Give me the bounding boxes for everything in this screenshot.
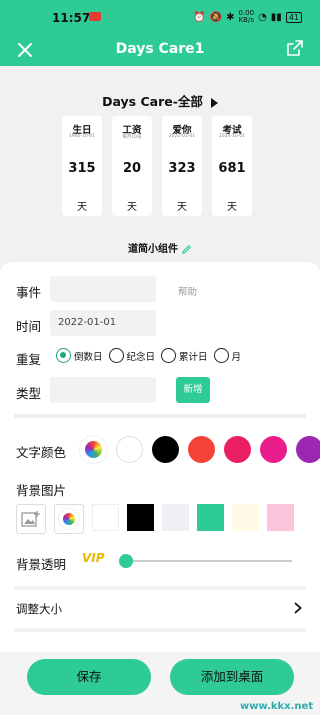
time-input[interactable]: 2022-01-01 (50, 310, 156, 336)
card-date: 1940-10-01 (68, 134, 96, 139)
settings-panel: 事件 帮助 时间 2022-01-01 重复 倒数日 纪念日 累计日 月 类型 … (0, 262, 320, 652)
add-image-icon[interactable] (16, 504, 46, 534)
widget-name: 道简小组件 (128, 244, 178, 255)
widget-name-row[interactable]: 道简小组件 (0, 240, 320, 255)
widget-title-row[interactable]: Days Care-全部 (0, 91, 320, 110)
signal-icon: ▮▮ (270, 11, 282, 23)
bg-opacity-label: 背景透明 (16, 557, 67, 572)
day-card: 生日 1940-10-01 315 天 (62, 116, 102, 216)
resize-row[interactable]: 调整大小 (0, 592, 320, 624)
repeat-radio-group: 倒数日 纪念日 累计日 月 (56, 348, 247, 363)
app-header: Days Care1 (0, 38, 320, 66)
radio-label: 倒数日 (74, 351, 103, 363)
card-unit: 天 (177, 202, 187, 213)
vip-badge: VIP (82, 551, 105, 565)
card-days: 20 (122, 161, 142, 176)
bg-swatch-green[interactable] (197, 504, 224, 531)
card-days: 315 (68, 161, 96, 176)
radio-month[interactable]: 月 (213, 348, 242, 363)
net-speed: 0.00 KB/s (238, 10, 254, 24)
card-date: 2022-01-01 (168, 134, 196, 139)
color-swatch-pink[interactable] (224, 436, 251, 463)
mute-icon: 🔕 (209, 11, 223, 23)
day-card: 考试 2024-10-01 681 天 (212, 116, 252, 216)
notification-app-icon (89, 12, 101, 21)
add-type-button[interactable]: 新增 (176, 377, 210, 403)
card-unit: 天 (227, 202, 237, 213)
day-card: 爱你 2022-01-01 323 天 (162, 116, 202, 216)
radio-label: 纪念日 (126, 351, 156, 363)
color-swatch-purple[interactable] (296, 436, 320, 463)
wifi-icon: ◔ (258, 11, 267, 23)
radio-circle-checked (56, 348, 71, 363)
type-label: 类型 (16, 386, 42, 401)
opacity-slider-thumb[interactable] (119, 554, 133, 568)
card-unit: 天 (77, 202, 87, 213)
net-speed-unit: KB/s (238, 16, 254, 24)
page-title: Days Care1 (115, 41, 205, 57)
color-picker-icon[interactable] (80, 436, 107, 463)
color-swatch-black[interactable] (152, 436, 179, 463)
radio-circle (161, 348, 177, 363)
chevron-right-icon (294, 602, 302, 614)
radio-circle (213, 348, 229, 363)
repeat-label: 重复 (16, 352, 42, 367)
color-swatch-white[interactable] (116, 436, 143, 463)
bluetooth-icon: ✱ (226, 11, 235, 23)
radio-label: 累计日 (179, 351, 208, 363)
pencil-icon[interactable] (181, 244, 192, 255)
watermark: www.kkx.net (240, 701, 314, 712)
battery-indicator: 41 (285, 11, 302, 23)
radio-cumulative[interactable]: 累计日 (161, 348, 208, 363)
bg-swatch-white[interactable] (92, 504, 119, 531)
radio-anniversary[interactable]: 纪念日 (108, 348, 156, 363)
bottom-action-bar: 保存 添加到桌面 www.kkx.net (0, 652, 320, 715)
type-input[interactable] (50, 377, 156, 403)
card-days: 323 (168, 161, 196, 176)
divider (14, 628, 306, 632)
radio-countdown[interactable]: 倒数日 (56, 348, 103, 363)
bg-swatch-pink[interactable] (267, 504, 294, 531)
card-days: 681 (218, 161, 246, 176)
color-swatch-magenta[interactable] (260, 436, 287, 463)
card-date: 2024-10-01 (218, 134, 246, 139)
bg-swatch-cream[interactable] (232, 504, 259, 531)
event-label: 事件 (16, 285, 42, 300)
widget-preview: Days Care-全部 生日 1940-10-01 315 天 工资 每月10… (0, 66, 320, 262)
card-unit: 天 (127, 202, 137, 213)
radio-label: 月 (231, 351, 242, 363)
text-color-label: 文字颜色 (16, 445, 67, 460)
status-time: 11:57 (52, 11, 91, 25)
color-wheel-icon[interactable] (54, 504, 84, 534)
radio-circle (108, 348, 124, 363)
divider (14, 414, 306, 418)
status-icons: ⏰ 🔕 ✱ 0.00 KB/s ◔ ▮▮ 41 (193, 10, 302, 24)
day-cards: 生日 1940-10-01 315 天 工资 每月10号 20 天 爱你 202… (62, 116, 252, 216)
open-external-icon[interactable] (286, 39, 304, 57)
bg-swatch-black[interactable] (127, 504, 154, 531)
opacity-slider-track[interactable] (125, 560, 292, 562)
add-to-home-button[interactable]: 添加到桌面 (170, 659, 294, 695)
text-color-palette (80, 436, 320, 463)
divider (14, 586, 306, 590)
bg-palette (16, 504, 294, 534)
resize-label: 调整大小 (16, 602, 62, 616)
alarm-icon: ⏰ (193, 11, 206, 23)
status-bar: 11:57 ⏰ 🔕 ✱ 0.00 KB/s ◔ ▮▮ 41 (0, 0, 320, 38)
bg-swatch-gray[interactable] (162, 504, 189, 531)
save-button[interactable]: 保存 (27, 659, 151, 695)
day-card: 工资 每月10号 20 天 (112, 116, 152, 216)
help-link[interactable]: 帮助 (178, 284, 197, 298)
play-arrow-icon (210, 97, 218, 108)
widget-title: Days Care-全部 (102, 94, 203, 109)
time-label: 时间 (16, 319, 42, 334)
bg-image-label: 背景图片 (16, 483, 67, 498)
event-input[interactable] (50, 276, 156, 302)
color-swatch-red[interactable] (188, 436, 215, 463)
card-date: 每月10号 (122, 135, 142, 140)
